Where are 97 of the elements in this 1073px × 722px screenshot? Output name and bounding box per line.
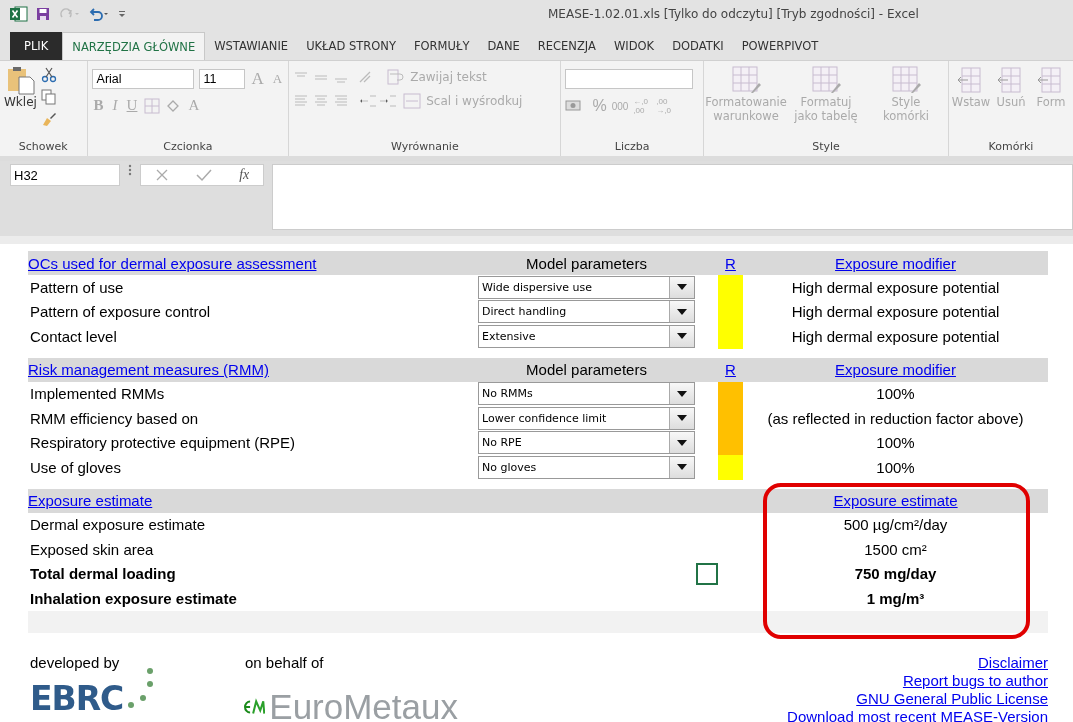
row-label: Use of gloves (29, 458, 122, 476)
customize-icon[interactable] (118, 9, 126, 19)
modifier-value: High dermal exposure potential (790, 327, 1001, 345)
check-icon[interactable] (195, 168, 212, 182)
ribbon-tab[interactable]: DODATKI (663, 32, 733, 60)
row-label: Respiratory protective equipment (RPE) (29, 434, 297, 452)
footer-link[interactable]: Report bugs to author (902, 671, 1048, 689)
row-label: Contact level (29, 327, 118, 345)
modifier-value: 100% (875, 458, 916, 476)
row-label: Exposed skin area (29, 540, 155, 558)
column-heading: Model parameters (525, 254, 648, 272)
row-label: Pattern of use (29, 278, 125, 296)
section-link[interactable]: Exposure estimate (28, 492, 478, 509)
estimate-value: 1500 cm² (863, 540, 928, 558)
footer-link[interactable]: GNU General Public License (856, 689, 1048, 707)
caret-icon[interactable] (677, 439, 687, 446)
r-link[interactable]: R (718, 254, 743, 272)
more-icon (128, 164, 132, 176)
formula-field[interactable] (272, 164, 1073, 230)
parameter-dropdown[interactable]: No gloves (478, 455, 695, 479)
save-icon[interactable] (36, 7, 50, 21)
window-title: MEASE-1.02.01.xls [Tylko do odczytu] [Tryb zgodności] - Excel (548, 7, 919, 21)
modifier-value: High dermal exposure potential (790, 278, 1001, 296)
group-label: Liczba (613, 140, 651, 155)
table-brush-icon[interactable] (809, 65, 843, 95)
modifier-link[interactable]: Exposure modifier (743, 254, 1048, 272)
modifier-link[interactable]: Exposure modifier (743, 361, 1048, 378)
font-name-field[interactable]: Arial (91, 69, 194, 89)
section-link[interactable]: OCs used for dermal exposure assessment (28, 254, 478, 272)
font-size-field[interactable]: 11 (198, 69, 245, 89)
undo-icon[interactable] (88, 7, 110, 21)
number-format-field[interactable] (565, 69, 694, 89)
estimate-link[interactable]: Exposure estimate (743, 492, 1048, 509)
estimate-value: 1 mg/m³ (865, 589, 926, 607)
row-label: Pattern of exposure control (29, 303, 212, 321)
ribbon-tab[interactable]: FORMUŁY (404, 32, 479, 60)
group-label: Czcionka (162, 140, 214, 155)
table-brush-icon[interactable] (889, 65, 923, 95)
parameter-dropdown[interactable]: Wide dispersive use (478, 275, 695, 299)
merge-icon[interactable] (403, 93, 422, 109)
estimate-value: 750 mg/day (853, 565, 938, 583)
insert-function-button[interactable]: fx (239, 167, 250, 183)
ribbon-tab[interactable]: POWERPIVOT (732, 32, 828, 60)
ribbon-tab[interactable]: UKŁAD STRONY (297, 32, 405, 60)
estimate-value: 500 µg/cm²/day (842, 516, 949, 534)
r-link[interactable]: R (718, 361, 743, 378)
name-box[interactable]: H32 (10, 164, 120, 186)
row-label: Total dermal loading (29, 565, 177, 583)
borders-icon[interactable] (144, 97, 161, 114)
parameter-dropdown[interactable]: Extensive (478, 324, 695, 348)
caret-icon[interactable] (677, 333, 687, 340)
cancel-icon[interactable] (154, 168, 169, 182)
row-label: RMM efficiency based on (29, 409, 200, 427)
caret-icon[interactable] (677, 415, 687, 422)
column-heading: Model parameters (525, 361, 648, 378)
modifier-value: (as reflected in reduction factor above) (766, 409, 1025, 427)
table-brush-icon[interactable] (729, 65, 763, 95)
brush-icon[interactable] (40, 111, 57, 127)
modifier-value: High dermal exposure potential (790, 303, 1001, 321)
developed-by-text: developed by (29, 653, 121, 671)
paste-button[interactable]: Wklej (4, 65, 37, 109)
developer-logo: EBRC (30, 680, 124, 717)
clipboard-icon[interactable] (5, 65, 36, 95)
group-label: Komórki (987, 140, 1035, 155)
group-label: Schowek (17, 140, 69, 155)
file-tab[interactable]: PLIK (10, 32, 63, 60)
caret-icon[interactable] (677, 308, 687, 315)
caret-icon[interactable] (677, 390, 687, 397)
sponsor-logo: EuroMetaux (269, 688, 458, 722)
ribbon-tab[interactable]: DANE (478, 32, 529, 60)
on-behalf-of-text: on behalf of (244, 653, 325, 671)
wrap-text-icon[interactable] (387, 69, 406, 85)
row-label: Inhalation exposure estimate (29, 589, 238, 607)
ribbon-tab[interactable]: NARZĘDZIA GŁÓWNE (62, 32, 206, 60)
copy-icon[interactable] (40, 89, 57, 105)
group-label: Style (811, 140, 841, 155)
redo-icon[interactable] (58, 8, 80, 20)
modifier-value: 100% (875, 385, 916, 403)
modifier-value: 100% (875, 434, 916, 452)
ribbon-tab[interactable]: WSTAWIANIE (205, 32, 298, 60)
row-label: Dermal exposure estimate (29, 516, 207, 534)
ribbon-tab[interactable]: WIDOK (604, 32, 664, 60)
section-link[interactable]: Risk management measures (RMM) (28, 361, 478, 378)
caret-icon[interactable] (677, 284, 687, 291)
indent-icon[interactable] (358, 94, 399, 108)
caret-icon[interactable] (677, 464, 687, 471)
parameter-dropdown[interactable]: Direct handling (478, 300, 695, 324)
scissors-icon[interactable] (40, 67, 57, 83)
parameter-dropdown[interactable]: No RPE (478, 431, 695, 455)
group-label: Wyrównanie (389, 140, 460, 155)
parameter-dropdown[interactable]: No RMMs (478, 382, 695, 406)
footer-link[interactable]: Disclaimer (978, 653, 1048, 671)
ribbon-tab[interactable]: RECENZJA (528, 32, 605, 60)
excel-logo-icon[interactable] (10, 6, 28, 22)
parameter-dropdown[interactable]: Lower confidence limit (478, 406, 695, 430)
footer-link[interactable]: Download most recent MEASE-Version (787, 707, 1048, 722)
row-label: Implemented RMMs (29, 385, 166, 403)
